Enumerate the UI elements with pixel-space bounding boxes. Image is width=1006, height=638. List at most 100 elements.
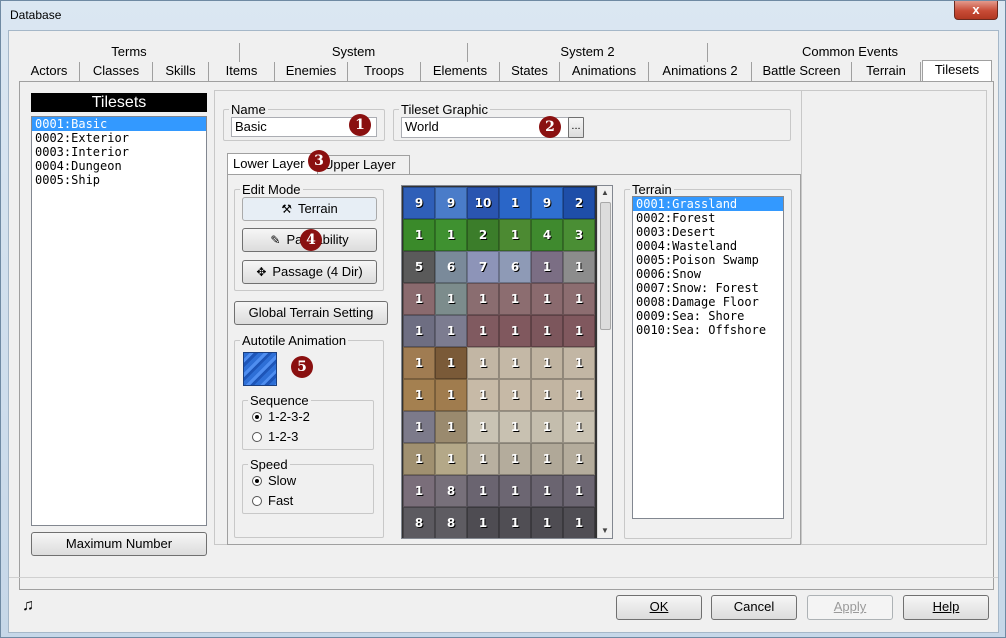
music-icon[interactable]: ♫ (22, 597, 34, 615)
tile[interactable]: 5 (403, 251, 435, 283)
tile[interactable]: 1 (531, 315, 563, 347)
tile[interactable]: 1 (403, 379, 435, 411)
tile[interactable]: 1 (531, 347, 563, 379)
help-button[interactable]: Help (903, 595, 989, 620)
list-item[interactable]: 0005:Poison Swamp (633, 253, 783, 267)
list-item[interactable]: 0010:Sea: Offshore (633, 323, 783, 337)
tile[interactable]: 1 (499, 315, 531, 347)
tab-lower-layer[interactable]: Lower Layer (227, 153, 318, 175)
list-item[interactable]: 0003:Desert (633, 225, 783, 239)
tab-terrain[interactable]: Terrain (852, 62, 921, 81)
terrain-list[interactable]: 0001:Grassland 0002:Forest 0003:Desert 0… (632, 196, 784, 519)
tile-scrollbar[interactable]: ▲ ▼ (597, 186, 612, 538)
tile[interactable]: 8 (403, 507, 435, 538)
tile[interactable]: 1 (499, 283, 531, 315)
close-button[interactable]: x (954, 1, 998, 20)
tile[interactable]: 1 (531, 251, 563, 283)
tile[interactable]: 3 (563, 219, 595, 251)
tile[interactable]: 9 (531, 187, 563, 219)
tab-troops[interactable]: Troops (348, 62, 421, 81)
tile[interactable]: 8 (435, 475, 467, 507)
tile[interactable]: 1 (467, 411, 499, 443)
tile[interactable]: 1 (531, 411, 563, 443)
tilesets-list[interactable]: 0001:Basic 0002:Exterior 0003:Interior 0… (31, 116, 207, 526)
tab-upper-layer[interactable]: Upper Layer (318, 155, 410, 174)
tile[interactable]: 9 (435, 187, 467, 219)
tile[interactable]: 1 (435, 219, 467, 251)
tile[interactable]: 1 (563, 475, 595, 507)
tile[interactable]: 1 (563, 283, 595, 315)
tab-classes[interactable]: Classes (80, 62, 153, 81)
list-item[interactable]: 0003:Interior (32, 145, 206, 159)
global-terrain-setting-button[interactable]: Global Terrain Setting (234, 301, 388, 325)
tile[interactable]: 4 (531, 219, 563, 251)
tile[interactable]: 1 (467, 475, 499, 507)
tile[interactable]: 1 (499, 475, 531, 507)
tile[interactable]: 1 (435, 283, 467, 315)
tile[interactable]: 2 (563, 187, 595, 219)
tile[interactable]: 10 (467, 187, 499, 219)
tile[interactable]: 1 (435, 379, 467, 411)
tile[interactable]: 1 (499, 187, 531, 219)
list-item[interactable]: 0004:Wasteland (633, 239, 783, 253)
list-item[interactable]: 0006:Snow (633, 267, 783, 281)
tile[interactable]: 1 (531, 475, 563, 507)
tab-states[interactable]: States (500, 62, 560, 81)
list-item[interactable]: 0009:Sea: Shore (633, 309, 783, 323)
tab-battle-screen[interactable]: Battle Screen (752, 62, 852, 81)
tab-system-2[interactable]: System 2 (468, 43, 708, 62)
tile[interactable]: 1 (563, 411, 595, 443)
tile[interactable]: 1 (499, 443, 531, 475)
tile[interactable]: 1 (467, 443, 499, 475)
tile[interactable]: 1 (435, 347, 467, 379)
tile[interactable]: 1 (531, 443, 563, 475)
tile[interactable]: 1 (403, 219, 435, 251)
cancel-button[interactable]: Cancel (711, 595, 797, 620)
list-item[interactable]: 0004:Dungeon (32, 159, 206, 173)
tab-items[interactable]: Items (209, 62, 275, 81)
ok-button[interactable]: OK (616, 595, 702, 620)
tile[interactable]: 1 (563, 443, 595, 475)
tile[interactable]: 7 (467, 251, 499, 283)
tile[interactable]: 6 (435, 251, 467, 283)
scroll-thumb[interactable] (600, 202, 611, 330)
list-item[interactable]: 0005:Ship (32, 173, 206, 187)
tile[interactable]: 1 (403, 347, 435, 379)
terrain-mode-button[interactable]: ⚒ Terrain (242, 197, 377, 221)
list-item[interactable]: 0002:Exterior (32, 131, 206, 145)
passage-mode-button[interactable]: ✥ Passage (4 Dir) (242, 260, 377, 284)
tile[interactable]: 1 (531, 283, 563, 315)
tab-actors[interactable]: Actors (19, 62, 80, 81)
tab-elements[interactable]: Elements (421, 62, 500, 81)
tile[interactable]: 1 (403, 443, 435, 475)
tile[interactable]: 2 (467, 219, 499, 251)
tile[interactable]: 1 (435, 315, 467, 347)
maximum-number-button[interactable]: Maximum Number (31, 532, 207, 556)
tab-skills[interactable]: Skills (153, 62, 209, 81)
tile[interactable]: 1 (403, 475, 435, 507)
tile[interactable]: 1 (403, 315, 435, 347)
tile[interactable]: 1 (499, 507, 531, 538)
tile[interactable]: 6 (499, 251, 531, 283)
tab-animations-2[interactable]: Animations 2 (649, 62, 752, 81)
list-item[interactable]: 0001:Grassland (633, 197, 783, 211)
tile[interactable]: 1 (563, 507, 595, 538)
tile[interactable]: 1 (499, 411, 531, 443)
tile[interactable]: 1 (467, 379, 499, 411)
speed-option-slow[interactable]: Slow (252, 473, 296, 488)
tile[interactable]: 1 (499, 347, 531, 379)
apply-button[interactable]: Apply (807, 595, 893, 620)
tile-palette[interactable]: 9 9 10 1 9 2 1 1 2 1 4 3 5 6 7 6 1 1 1 1 1 1 1 1 1 1 1 1 1 1 1 1 1 1 1 1 1 1 1… (401, 185, 613, 539)
tile[interactable]: 1 (531, 379, 563, 411)
sequence-option-1232[interactable]: 1-2-3-2 (252, 409, 310, 424)
tile[interactable]: 1 (563, 251, 595, 283)
tile[interactable]: 9 (403, 187, 435, 219)
tile[interactable]: 1 (531, 507, 563, 538)
tab-terms[interactable]: Terms (19, 43, 240, 62)
browse-button[interactable]: ... (568, 117, 584, 138)
tile[interactable]: 1 (563, 315, 595, 347)
list-item[interactable]: 0002:Forest (633, 211, 783, 225)
tile[interactable]: 1 (403, 283, 435, 315)
tile[interactable]: 1 (467, 507, 499, 538)
tile[interactable]: 1 (467, 283, 499, 315)
